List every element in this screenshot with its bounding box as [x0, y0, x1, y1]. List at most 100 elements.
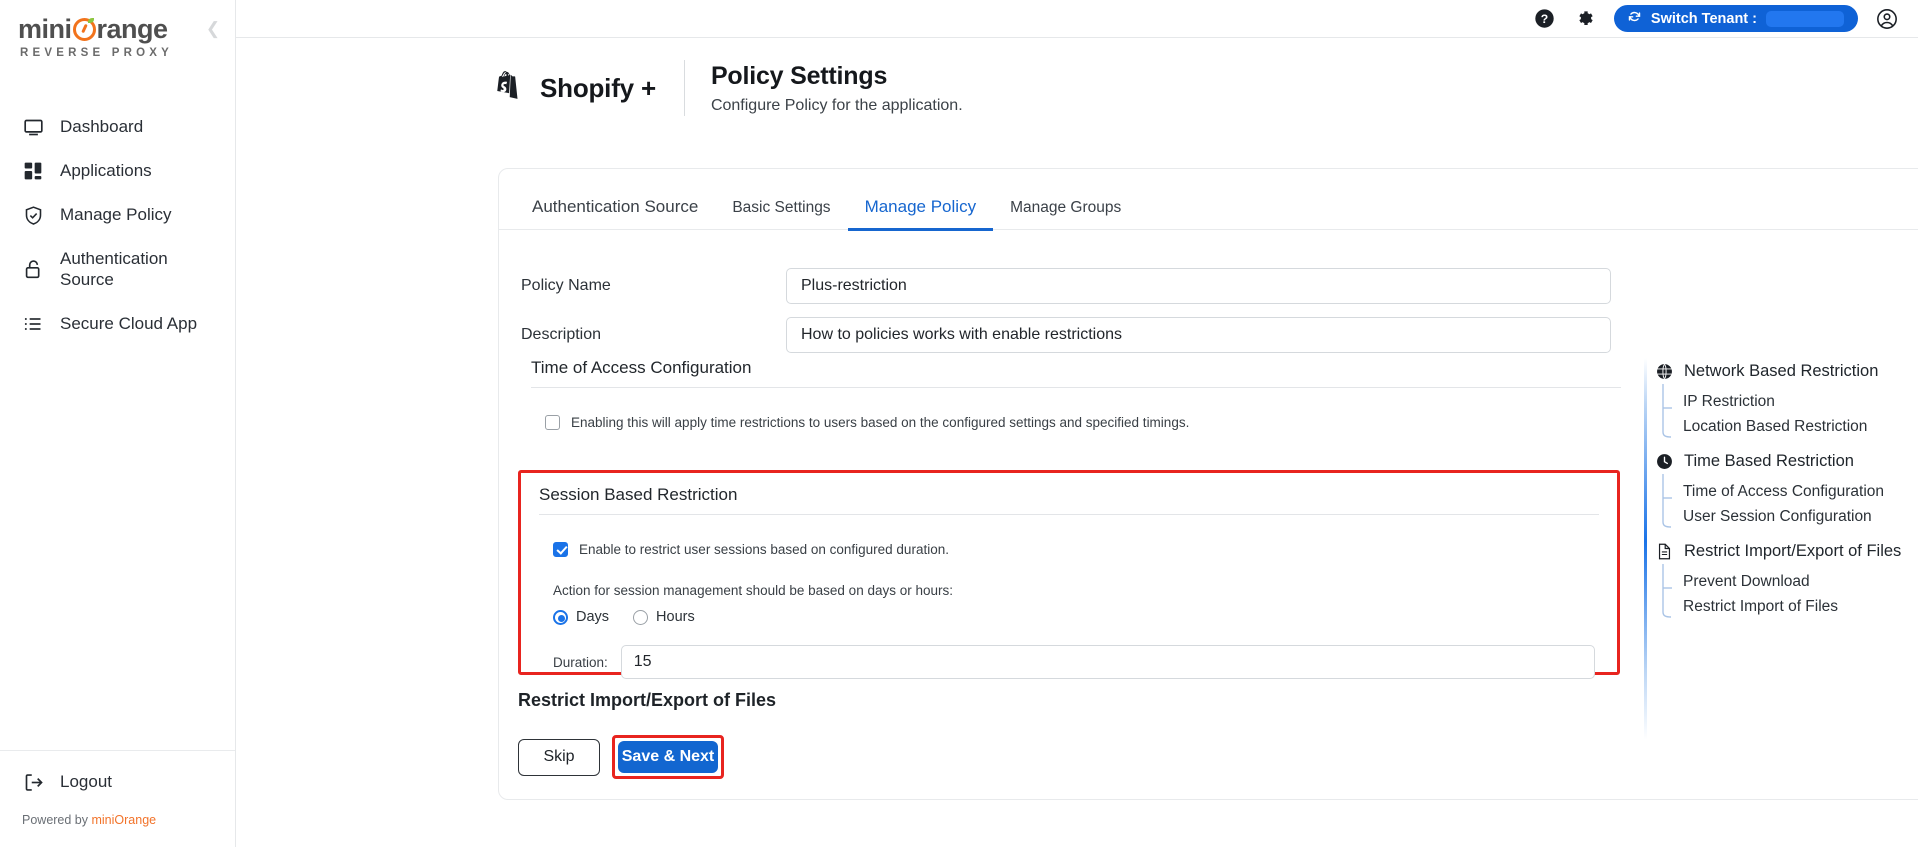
sidebar-item-label: Authentication Source: [60, 249, 168, 290]
tab-basic-settings[interactable]: Basic Settings: [715, 195, 847, 231]
description-label: Description: [521, 326, 602, 343]
outline-child-ip-restriction[interactable]: IP Restriction: [1647, 389, 1901, 414]
outline-item-label: Network Based Restriction: [1684, 361, 1879, 380]
topbar: ? Switch Tenant :: [236, 0, 1918, 38]
radio-days-dot[interactable]: [553, 609, 568, 625]
refresh-icon: [1627, 9, 1642, 28]
logo-text-range: range: [96, 14, 169, 44]
outline-item-restrict-import-export-of-files[interactable]: Restrict Import/Export of Files: [1647, 538, 1901, 564]
sidebar-item-label: Secure Cloud App: [60, 313, 198, 333]
outline-item-label: Restrict Import/Export of Files: [1684, 541, 1902, 560]
restriction-outline-nav: Network Based Restriction IP Restriction…: [1644, 358, 1918, 740]
tab-manage-policy[interactable]: Manage Policy: [847, 193, 994, 231]
help-circle-icon[interactable]: ?: [1534, 8, 1556, 30]
save-next-highlight: Save & Next: [612, 735, 724, 779]
logo-orange-mark: [72, 18, 96, 41]
radio-days[interactable]: Days: [553, 609, 609, 625]
policy-form: Policy Name Description: [521, 268, 1611, 366]
tenant-value: [1766, 10, 1844, 27]
outline-items: Network Based Restriction IP Restriction…: [1647, 358, 1901, 740]
sidebar-item-dashboard[interactable]: Dashboard: [0, 105, 235, 149]
switch-tenant-button[interactable]: Switch Tenant :: [1613, 5, 1858, 32]
page-header: Shopify + Policy Settings Configure Poli…: [236, 38, 1918, 116]
powered-brand: miniOrange: [91, 813, 157, 827]
time-restriction-checkbox-label: Enabling this will apply time restrictio…: [571, 415, 1190, 430]
clock-icon: [1656, 453, 1673, 470]
gear-icon[interactable]: [1574, 8, 1596, 30]
outline-child-prevent-download[interactable]: Prevent Download: [1647, 569, 1901, 594]
radio-hours[interactable]: Hours: [633, 609, 695, 625]
branch-connector-icon: [1661, 474, 1674, 538]
time-restriction-checkbox[interactable]: [545, 415, 560, 430]
sidebar-item-manage-policy[interactable]: Manage Policy: [0, 193, 235, 237]
header-titles: Policy Settings Configure Policy for the…: [711, 62, 963, 115]
outline-child-location-based-restriction[interactable]: Location Based Restriction: [1647, 414, 1901, 439]
branch-connector-icon: [1661, 564, 1674, 628]
brand-block: mini range REVERSE PROXY: [0, 0, 235, 59]
radio-hours-dot[interactable]: [633, 609, 649, 625]
page-title: Policy Settings: [710, 61, 888, 90]
svg-text:?: ?: [1541, 12, 1548, 26]
user-circle-icon[interactable]: [1876, 8, 1898, 30]
save-next-button[interactable]: Save & Next: [618, 741, 718, 773]
time-of-access-divider: [531, 387, 1621, 388]
shopify-icon: [494, 71, 524, 105]
session-restriction-checkbox-label: Enable to restrict user sessions based o…: [579, 542, 949, 557]
time-of-access-section: Time of Access Configuration Enabling th…: [531, 358, 1621, 430]
policy-name-label: Policy Name: [521, 277, 611, 294]
time-of-access-title: Time of Access Configuration: [531, 358, 752, 377]
description-input[interactable]: [786, 317, 1611, 353]
grid-icon: [22, 160, 44, 182]
session-checkbox-row: Enable to restrict user sessions based o…: [539, 542, 1599, 557]
duration-label: Duration:: [553, 654, 608, 670]
sidebar-footer: Logout Powered by miniOrange: [0, 750, 235, 847]
shield-check-icon: [22, 204, 44, 226]
session-restriction-title: Session Based Restriction: [539, 485, 738, 504]
sidebar-item-label: Applications: [60, 161, 152, 181]
globe-icon: [1656, 363, 1673, 380]
session-restriction-checkbox[interactable]: [553, 542, 568, 557]
sidebar-item-label: Manage Policy: [60, 205, 172, 225]
policy-name-row: Policy Name: [521, 268, 1611, 304]
sidebar-item-label: Dashboard: [60, 117, 144, 137]
session-restriction-divider: [539, 514, 1599, 515]
sidebar-nav: Dashboard Applications Manage Policy Aut…: [0, 105, 235, 750]
outline-item-time-based-restriction[interactable]: Time Based Restriction: [1647, 448, 1901, 474]
document-icon: [1656, 543, 1673, 560]
radio-hours-label: Hours: [656, 609, 695, 625]
sidebar-item-authentication-source[interactable]: Authentication Source: [0, 237, 235, 302]
duration-input[interactable]: [620, 645, 1595, 679]
main-area: ? Switch Tenant : Shopify + Policy Setti…: [236, 0, 1918, 847]
outline-group-time: Time Based Restriction Time of Access Co…: [1647, 448, 1901, 538]
page-subtitle: Configure Policy for the application.: [710, 96, 963, 114]
outline-child-time-of-access-configuration[interactable]: Time of Access Configuration: [1647, 479, 1901, 504]
session-mode-radios: Days Hours: [539, 609, 1599, 625]
chevron-left-icon[interactable]: ❮: [205, 20, 221, 38]
logout-label: Logout: [60, 772, 112, 791]
outline-child-user-session-configuration[interactable]: User Session Configuration: [1647, 504, 1901, 529]
outline-children-time: Time of Access Configuration User Sessio…: [1647, 474, 1901, 538]
tab-authentication-source[interactable]: Authentication Source: [515, 193, 715, 231]
logout-icon: [22, 771, 44, 793]
radio-days-label: Days: [576, 609, 610, 625]
logo-text-mini: mini: [18, 14, 72, 44]
session-mode-label: Action for session management should be …: [553, 583, 953, 598]
tab-manage-groups[interactable]: Manage Groups: [993, 195, 1138, 231]
sidebar-item-secure-cloud-app[interactable]: Secure Cloud App: [0, 302, 235, 346]
powered-by: Powered by miniOrange: [0, 797, 235, 837]
logout-button[interactable]: Logout: [0, 767, 235, 797]
sidebar: mini range REVERSE PROXY ❮ Dashboard Appl…: [0, 0, 236, 847]
outline-child-restrict-import-of-files[interactable]: Restrict Import of Files: [1647, 594, 1901, 619]
list-icon: [22, 313, 44, 335]
description-row: Description: [521, 317, 1611, 353]
skip-button[interactable]: Skip: [518, 738, 600, 776]
action-buttons: Skip Save & Next: [518, 735, 724, 779]
header-divider: [683, 60, 685, 116]
app-root: mini range REVERSE PROXY ❮ Dashboard Appl…: [0, 0, 1918, 847]
app-badge: Shopify +: [494, 71, 684, 105]
sidebar-item-applications[interactable]: Applications: [0, 149, 235, 193]
policy-name-input[interactable]: [786, 268, 1611, 304]
powered-prefix: Powered by: [22, 813, 92, 827]
app-name: Shopify +: [540, 72, 656, 103]
outline-item-network-based-restriction[interactable]: Network Based Restriction: [1647, 358, 1901, 384]
